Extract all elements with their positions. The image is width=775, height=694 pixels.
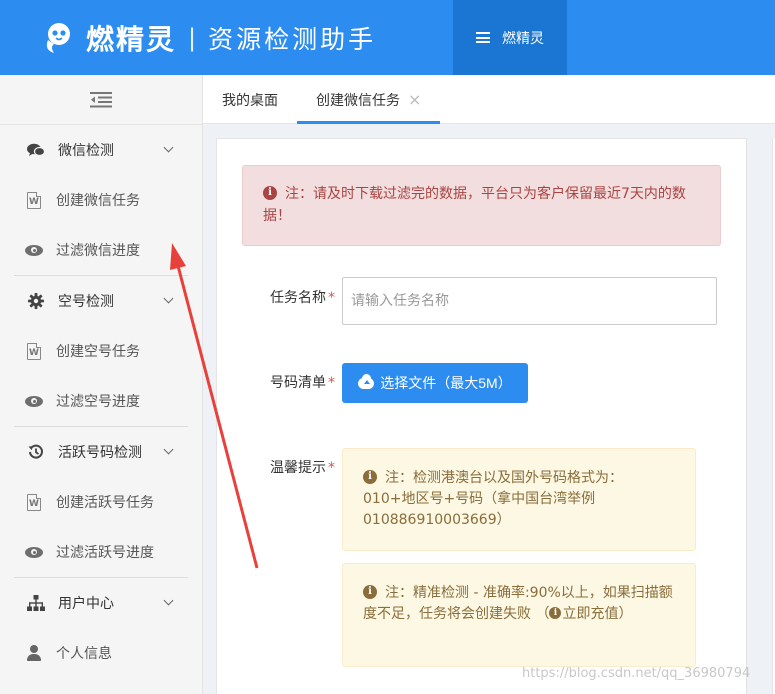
watermark-text: https://blog.csdn.net/qq_36980794 xyxy=(522,666,751,681)
cloud-upload-icon xyxy=(358,373,375,389)
sidebar-item-label: 个人信息 xyxy=(56,646,112,662)
upload-button-label: 选择文件（最大5M） xyxy=(380,375,512,391)
sprite-logo-icon xyxy=(40,20,76,56)
brand-subtitle: 资源检测助手 xyxy=(208,24,377,54)
recharge-link-label: 立即充值 xyxy=(562,606,619,622)
sidebar-group-header[interactable]: 空号检测 xyxy=(0,276,188,326)
tip-text-end: ） xyxy=(618,606,633,622)
indent-toggle-icon xyxy=(90,91,112,108)
sidebar-item-filter-wechat[interactable]: 过滤微信进度 xyxy=(0,225,188,275)
close-icon[interactable]: × xyxy=(408,90,421,109)
tab-my-desktop[interactable]: 我的桌面 xyxy=(203,75,297,124)
sidebar-group-header[interactable]: 微信检测 xyxy=(0,125,188,175)
upload-file-button[interactable]: 选择文件（最大5M） xyxy=(342,363,528,403)
task-name-input[interactable] xyxy=(342,277,717,325)
top-header: 燃精灵 | 资源检测助手 燃精灵 xyxy=(0,0,775,75)
gear-icon xyxy=(26,293,46,309)
sidebar-item-filter-empty[interactable]: 过滤空号进度 xyxy=(0,376,188,426)
main-content: 注：请及时下载过滤完的数据，平台只为客户保留最近7天内的数据！ 任务名称* 号码… xyxy=(203,124,775,694)
chevron-down-icon xyxy=(163,595,174,606)
chevron-down-icon xyxy=(163,293,174,304)
sidebar-group-header[interactable]: 活跃号码检测 xyxy=(0,427,188,477)
tips-label: 温馨提示 * xyxy=(270,457,335,477)
sidebar-group-wechat: 微信检测 W 创建微信任务 过滤微信进度 xyxy=(14,125,188,276)
tip-text: 注：检测港澳台以及国外号码格式为：010+地区号+号码（拿中国台湾举例01088… xyxy=(363,470,623,528)
sidebar-item-create-wechat[interactable]: W 创建微信任务 xyxy=(0,175,188,225)
brand-separator: | xyxy=(188,23,197,52)
format-tip: 注：检测港澳台以及国外号码格式为：010+地区号+号码（拿中国台湾举例01088… xyxy=(342,448,696,551)
sidebar-group-label: 活跃号码检测 xyxy=(58,445,142,461)
eye-icon xyxy=(25,546,43,558)
info-icon xyxy=(363,466,377,487)
brand-name: 燃精灵 xyxy=(86,22,177,56)
recharge-link[interactable]: 立即充值 xyxy=(549,603,619,624)
brand-logo[interactable]: 燃精灵 | 资源检测助手 xyxy=(0,0,376,75)
required-mark: * xyxy=(328,375,335,391)
task-name-label: 任务名称 * xyxy=(270,287,335,307)
sidebar-item-label: 过滤空号进度 xyxy=(56,394,140,410)
info-icon xyxy=(549,603,562,624)
eye-icon xyxy=(25,395,43,407)
sidebar-item-label: 创建微信任务 xyxy=(56,193,140,209)
chevron-down-icon xyxy=(163,444,174,455)
hamburger-icon xyxy=(476,32,490,43)
sidebar-group-label: 微信检测 xyxy=(58,143,114,159)
sidebar-group-active-number: 活跃号码检测 W 创建活跃号任务 过滤活跃号进度 xyxy=(14,427,188,578)
document-icon: W xyxy=(27,342,41,360)
sidebar-group-label: 空号检测 xyxy=(58,294,114,310)
required-mark: * xyxy=(328,460,335,476)
tab-label: 创建微信任务 xyxy=(316,92,400,109)
sidebar: 微信检测 W 创建微信任务 过滤微信进度 空号检测 W 创建空号任务 过滤空号进… xyxy=(0,75,203,694)
sidebar-item-label: 创建活跃号任务 xyxy=(56,495,154,511)
label-text: 温馨提示 xyxy=(270,460,326,476)
retention-notice: 注：请及时下载过滤完的数据，平台只为客户保留最近7天内的数据！ xyxy=(242,165,721,246)
wechat-chat-icon xyxy=(26,143,46,157)
sidebar-group-empty-number: 空号检测 W 创建空号任务 过滤空号进度 xyxy=(14,276,188,427)
sidebar-group-header[interactable]: 用户中心 xyxy=(0,578,188,628)
label-text: 号码清单 xyxy=(270,375,326,391)
tab-label: 我的桌面 xyxy=(222,92,278,109)
header-menu-label: 燃精灵 xyxy=(502,30,544,47)
chevron-down-icon xyxy=(163,142,174,153)
info-icon xyxy=(363,581,377,602)
user-icon xyxy=(27,645,41,661)
info-icon xyxy=(263,182,277,204)
required-mark: * xyxy=(328,290,335,306)
form-panel: 注：请及时下载过滤完的数据，平台只为客户保留最近7天内的数据！ 任务名称* 号码… xyxy=(216,138,747,694)
sidebar-group-label: 用户中心 xyxy=(58,596,114,612)
sidebar-item-filter-active[interactable]: 过滤活跃号进度 xyxy=(0,527,188,577)
history-icon xyxy=(26,444,46,460)
eye-icon xyxy=(25,244,43,256)
document-icon: W xyxy=(27,493,41,511)
sitemap-icon xyxy=(26,595,46,611)
notice-text: 注：请及时下载过滤完的数据，平台只为客户保留最近7天内的数据！ xyxy=(263,186,686,224)
number-list-label: 号码清单 * xyxy=(270,372,335,392)
header-menu-button[interactable]: 燃精灵 xyxy=(453,0,567,75)
sidebar-item-label: 过滤活跃号进度 xyxy=(56,545,154,561)
sidebar-group-user-center: 用户中心 个人信息 xyxy=(14,578,188,678)
label-text: 任务名称 xyxy=(270,290,326,306)
sidebar-item-label: 创建空号任务 xyxy=(56,344,140,360)
sidebar-item-profile[interactable]: 个人信息 xyxy=(0,628,188,678)
precision-tip: 注：精准检测 - 准确率:90%以上，如果扫描额度不足，任务将会创建失败 （立即… xyxy=(342,563,696,667)
document-icon: W xyxy=(27,191,41,209)
tab-create-wechat-task[interactable]: 创建微信任务 × xyxy=(297,75,441,124)
sidebar-item-label: 过滤微信进度 xyxy=(56,243,140,259)
tab-bar: 我的桌面 创建微信任务 × xyxy=(203,75,775,124)
sidebar-toggle[interactable] xyxy=(0,75,202,125)
sidebar-item-create-active[interactable]: W 创建活跃号任务 xyxy=(0,477,188,527)
sidebar-item-create-empty[interactable]: W 创建空号任务 xyxy=(0,326,188,376)
